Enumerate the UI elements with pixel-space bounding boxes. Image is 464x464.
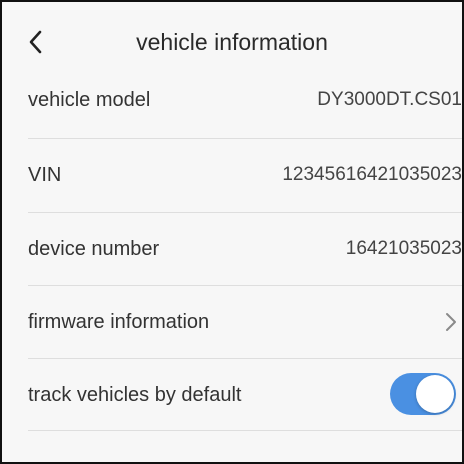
divider	[28, 430, 462, 431]
page-title: vehicle information	[136, 29, 328, 55]
device-number-row: device number 16421035023	[2, 213, 462, 285]
chevron-right-icon	[446, 313, 456, 331]
track-vehicles-label: track vehicles by default	[28, 384, 242, 406]
device-number-value: 16421035023	[345, 238, 462, 259]
vin-row: VIN 12345616421035023	[2, 139, 462, 211]
vehicle-model-value: DY3000DT.CS01	[317, 89, 462, 110]
device-number-label: device number	[28, 238, 160, 260]
track-vehicles-row: track vehicles by default	[2, 359, 462, 431]
vehicle-model-row: vehicle model DY3000DT.CS01	[2, 64, 462, 136]
firmware-information-label: firmware information	[28, 311, 210, 333]
firmware-information-row[interactable]: firmware information	[2, 286, 462, 358]
toggle-knob	[416, 375, 454, 413]
vin-label: VIN	[28, 164, 62, 186]
track-vehicles-toggle[interactable]	[390, 373, 456, 415]
vehicle-model-label: vehicle model	[28, 89, 151, 111]
screen-frame: vehicle information vehicle model DY3000…	[0, 0, 464, 464]
vin-value: 12345616421035023	[282, 164, 462, 185]
